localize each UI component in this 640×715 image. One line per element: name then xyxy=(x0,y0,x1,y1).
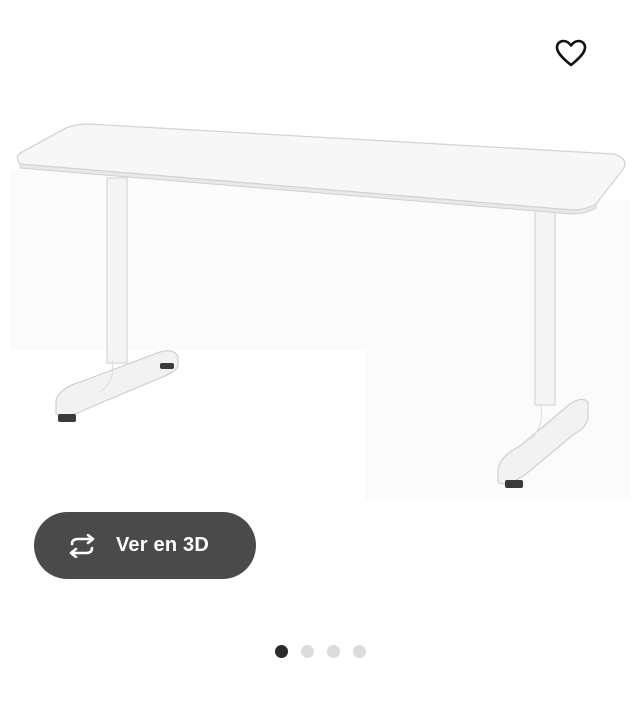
heart-outline-icon xyxy=(555,39,587,67)
carousel-dot-2[interactable] xyxy=(300,644,314,658)
product-image xyxy=(10,123,630,500)
carousel-dot-4[interactable] xyxy=(352,644,366,658)
view-in-3d-label: Ver en 3D xyxy=(116,534,209,556)
carousel-pagination xyxy=(0,644,640,658)
rotate-3d-icon xyxy=(64,533,100,558)
product-gallery: Ver en 3D xyxy=(0,0,640,715)
carousel-dot-1[interactable] xyxy=(274,644,288,658)
view-in-3d-button[interactable]: Ver en 3D xyxy=(34,512,256,579)
favorite-button[interactable] xyxy=(548,30,594,76)
carousel-dot-3[interactable] xyxy=(326,644,340,658)
